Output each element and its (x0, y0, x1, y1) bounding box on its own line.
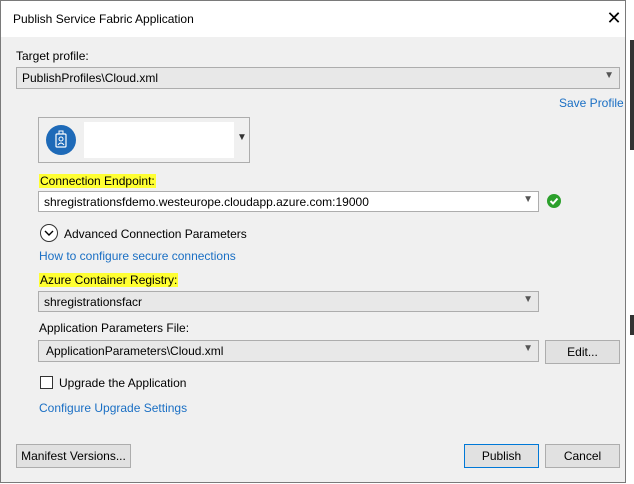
target-profile-dropdown[interactable]: PublishProfiles\Cloud.xml ▼ (16, 67, 620, 89)
window-title: Publish Service Fabric Application (13, 12, 194, 26)
chevron-down-icon (44, 230, 54, 236)
app-params-value: ApplicationParameters\Cloud.xml (46, 344, 224, 358)
container-registry-label-text: Azure Container Registry: (39, 273, 179, 287)
account-selector[interactable]: ▼ (38, 117, 250, 163)
check-icon (549, 197, 559, 205)
connection-endpoint-label-text: Connection Endpoint: (39, 174, 156, 188)
container-registry-value: shregistrationsfacr (44, 295, 143, 309)
upgrade-label[interactable]: Upgrade the Application (59, 376, 186, 390)
account-name-field (84, 122, 234, 158)
configure-upgrade-link[interactable]: Configure Upgrade Settings (39, 401, 187, 415)
chevron-down-icon: ▼ (523, 343, 533, 354)
publish-button[interactable]: Publish (464, 444, 539, 468)
user-badge-icon (55, 130, 67, 148)
chevron-down-icon: ▼ (523, 294, 533, 305)
cancel-button[interactable]: Cancel (545, 444, 620, 468)
publish-dialog: Publish Service Fabric Application ✕ Tar… (0, 0, 626, 483)
background-scrollbar-thumb (630, 315, 634, 335)
target-profile-label: Target profile: (16, 49, 89, 63)
app-params-dropdown[interactable]: ApplicationParameters\Cloud.xml ▼ (38, 340, 539, 362)
advanced-parameters-label[interactable]: Advanced Connection Parameters (64, 227, 247, 241)
save-profile-link[interactable]: Save Profile (559, 96, 624, 110)
app-params-label: Application Parameters File: (39, 321, 190, 335)
connection-endpoint-value: shregistrationsfdemo.westeurope.cloudapp… (44, 195, 369, 209)
manifest-versions-button[interactable]: Manifest Versions... (16, 444, 131, 468)
target-profile-value: PublishProfiles\Cloud.xml (22, 71, 159, 85)
chevron-down-icon[interactable]: ▼ (237, 132, 247, 143)
title-bar: Publish Service Fabric Application ✕ (1, 1, 625, 37)
chevron-down-icon: ▼ (523, 194, 533, 205)
chevron-down-icon: ▼ (604, 70, 614, 81)
secure-connections-link[interactable]: How to configure secure connections (39, 249, 236, 263)
close-icon[interactable]: ✕ (606, 9, 622, 27)
container-registry-dropdown[interactable]: shregistrationsfacr ▼ (38, 291, 539, 312)
connection-endpoint-combo[interactable]: shregistrationsfdemo.westeurope.cloudapp… (38, 191, 539, 212)
background-window (628, 0, 634, 484)
container-registry-label: Azure Container Registry: (39, 273, 179, 287)
check-circle-icon (547, 194, 561, 208)
upgrade-checkbox[interactable] (40, 376, 53, 389)
connection-endpoint-label: Connection Endpoint: (39, 174, 156, 188)
expand-advanced-button[interactable] (40, 224, 58, 242)
avatar (46, 125, 76, 155)
background-scrollbar (630, 40, 634, 150)
edit-button[interactable]: Edit... (545, 340, 620, 364)
